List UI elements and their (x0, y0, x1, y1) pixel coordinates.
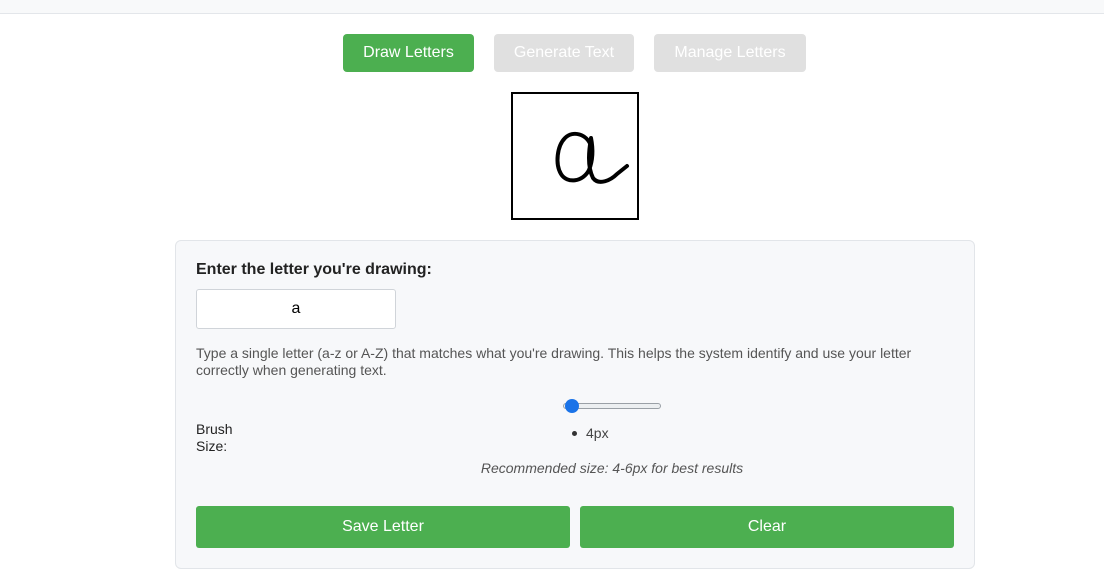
tab-draw-letters[interactable]: Draw Letters (343, 34, 474, 72)
drawn-letter-stroke (555, 131, 629, 184)
top-bar (0, 0, 1104, 14)
tab-manage-letters[interactable]: Manage Letters (654, 34, 806, 72)
drawing-canvas[interactable] (511, 92, 639, 220)
letter-help-text: Type a single letter (a-z or A-Z) that m… (196, 345, 912, 378)
brush-size-slider[interactable] (561, 398, 662, 414)
tab-bar: Draw Letters Generate Text Manage Letter… (343, 34, 806, 72)
brush-size-value-text: 4px (586, 425, 609, 441)
bullet-icon (572, 430, 577, 436)
letter-form-panel: Enter the letter you're drawing: Type a … (175, 240, 975, 569)
brush-size-value: 4px (572, 425, 609, 441)
clear-button[interactable]: Clear (580, 506, 954, 548)
save-letter-button[interactable]: Save Letter (196, 506, 570, 548)
letter-input[interactable] (196, 289, 396, 329)
brush-recommendation: Recommended size: 4-6px for best results (480, 460, 744, 476)
brush-size-label: Brush Size: (196, 421, 233, 454)
tab-generate-text[interactable]: Generate Text (494, 34, 634, 72)
slider-thumb[interactable] (565, 399, 579, 413)
letter-field-label: Enter the letter you're drawing: (196, 261, 432, 278)
